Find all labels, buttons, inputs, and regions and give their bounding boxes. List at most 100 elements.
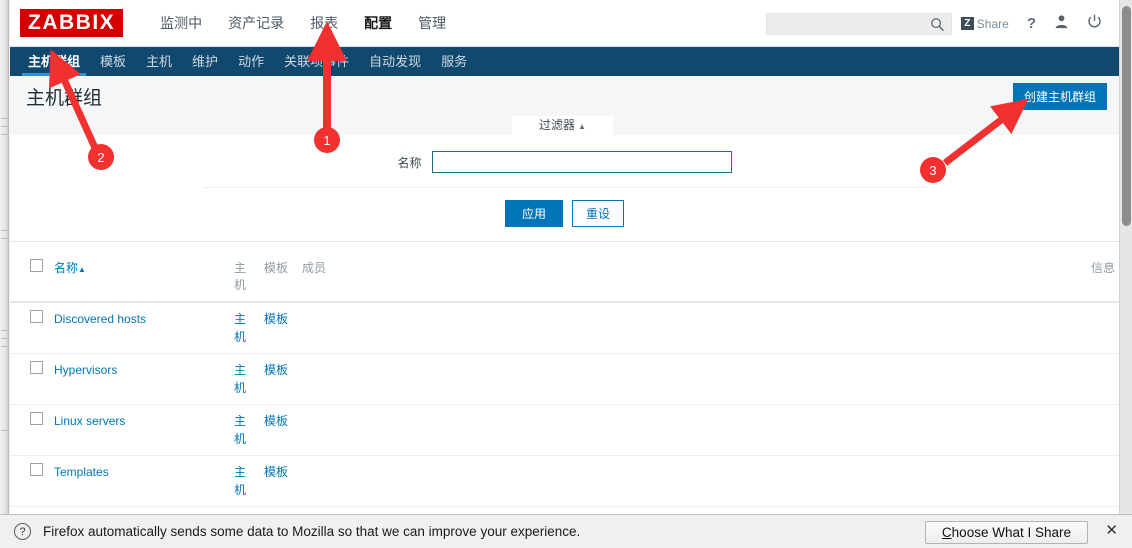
button-rest-label: hoose What I Share bbox=[951, 525, 1071, 540]
help-button[interactable]: ? bbox=[1018, 0, 1045, 47]
row-checkbox[interactable] bbox=[30, 310, 43, 323]
row-hosts-cell: 主机 bbox=[230, 506, 260, 514]
firefox-notification-bar: ? Firefox automatically sends some data … bbox=[0, 514, 1132, 548]
search-input[interactable] bbox=[772, 15, 933, 32]
templates-link[interactable]: 模板 bbox=[264, 312, 288, 326]
logout-button[interactable] bbox=[1078, 0, 1111, 47]
row-info-cell bbox=[1039, 353, 1119, 405]
filter-divider bbox=[202, 187, 927, 188]
filter-name-label: 名称 bbox=[397, 155, 422, 170]
main-menu-item-3[interactable]: 配置 bbox=[351, 9, 405, 37]
row-templates-cell: 模板 bbox=[260, 404, 298, 456]
filter-tab[interactable]: 过滤器 ▲ bbox=[512, 116, 613, 135]
subnav-item-maintenance[interactable]: 维护 bbox=[182, 47, 228, 76]
table-row: Hypervisors 主机 模板 bbox=[10, 353, 1119, 405]
reset-button[interactable]: 重设 bbox=[572, 200, 625, 227]
user-profile-button[interactable] bbox=[1045, 0, 1078, 47]
section-nav: 主机群组 模板 主机 维护 动作 关联项事件 自动发现 服务 bbox=[10, 47, 1119, 76]
subnav-item-correlation[interactable]: 关联项事件 bbox=[274, 47, 359, 76]
table-header-row: 名称▲ 主机 模板 成员 信息 bbox=[10, 251, 1119, 303]
chevron-up-icon: ▲ bbox=[578, 122, 586, 131]
row-info-cell bbox=[1039, 302, 1119, 354]
annotation-marker-2: 2 bbox=[88, 144, 114, 170]
row-members-cell bbox=[298, 353, 1039, 405]
table-body: Discovered hosts 主机 模板 Hypervisors 主机 模板 Linux… bbox=[10, 302, 1119, 514]
subnav-item-templates[interactable]: 模板 bbox=[90, 47, 136, 76]
filter-tab-row: 过滤器 ▲ bbox=[10, 116, 1119, 135]
filter-tab-label: 过滤器 bbox=[539, 118, 576, 132]
host-group-link[interactable]: Linux servers bbox=[54, 414, 125, 428]
row-checkbox[interactable] bbox=[30, 412, 43, 425]
host-group-link[interactable]: Templates bbox=[54, 465, 109, 479]
annotation-marker-1: 1 bbox=[314, 127, 340, 153]
vertical-scrollbar[interactable] bbox=[1119, 0, 1132, 514]
page-title-row: 主机群组 创建主机群组 bbox=[10, 76, 1119, 116]
close-icon[interactable]: ✕ bbox=[1105, 523, 1118, 538]
top-header: ZABBIX 监测中 资产记录 报表 配置 管理 Z Share ? bbox=[10, 0, 1119, 47]
row-templates-cell: 模板 bbox=[260, 455, 298, 507]
create-host-group-button[interactable]: 创建主机群组 bbox=[1012, 83, 1107, 110]
select-all-header bbox=[10, 251, 50, 303]
notification-message: Firefox automatically sends some data to… bbox=[43, 524, 581, 539]
table-row: Discovered hosts 主机 模板 bbox=[10, 302, 1119, 354]
filter-name-input[interactable] bbox=[431, 151, 732, 173]
row-hosts-cell: 主机 bbox=[230, 353, 260, 405]
main-menu-item-4[interactable]: 管理 bbox=[405, 9, 459, 37]
templates-link[interactable]: 模板 bbox=[264, 414, 288, 428]
subnav-item-actions[interactable]: 动作 bbox=[228, 47, 274, 76]
row-hosts-cell: 主机 bbox=[230, 455, 260, 507]
main-menu-item-2[interactable]: 报表 bbox=[297, 9, 351, 37]
main-menu: 监测中 资产记录 报表 配置 管理 bbox=[147, 9, 459, 37]
column-header-name[interactable]: 名称▲ bbox=[50, 251, 230, 303]
share-button[interactable]: Z Share bbox=[952, 0, 1018, 47]
row-checkbox[interactable] bbox=[30, 361, 43, 374]
row-hosts-cell: 主机 bbox=[230, 404, 260, 456]
share-label: Share bbox=[976, 16, 1009, 31]
host-groups-table: 名称▲ 主机 模板 成员 信息 Discovered hosts 主机 模板 Hype… bbox=[10, 251, 1119, 514]
accesskey-letter: C bbox=[941, 525, 952, 540]
column-header-hosts: 主机 bbox=[230, 251, 260, 303]
page-title: 主机群组 bbox=[26, 87, 103, 109]
column-header-members: 成员 bbox=[298, 251, 1039, 303]
user-icon bbox=[1054, 14, 1069, 34]
filter-name-field: 名称 bbox=[10, 151, 1119, 173]
scrollbar-thumb[interactable] bbox=[1122, 6, 1131, 226]
hosts-link[interactable]: 主机 bbox=[234, 465, 246, 497]
choose-what-i-share-button[interactable]: Choose What I Share bbox=[924, 521, 1088, 544]
hosts-link[interactable]: 主机 bbox=[234, 363, 246, 395]
table-row: Templates/Applications主机模板 4Template App… bbox=[10, 506, 1119, 514]
global-search[interactable] bbox=[765, 12, 952, 37]
row-hosts-cell: 主机 bbox=[230, 302, 260, 354]
browser-left-strip bbox=[0, 0, 9, 514]
row-name-cell: Linux servers bbox=[50, 404, 230, 456]
row-templates-cell: 模板 bbox=[260, 353, 298, 405]
row-name-cell: Templates bbox=[50, 455, 230, 507]
row-info-cell bbox=[1039, 404, 1119, 456]
host-group-link[interactable]: Discovered hosts bbox=[54, 312, 146, 326]
host-groups-table-wrap: 名称▲ 主机 模板 成员 信息 Discovered hosts 主机 模板 Hype… bbox=[10, 251, 1119, 514]
question-circle-icon: ? bbox=[14, 523, 31, 540]
row-checkbox[interactable] bbox=[30, 463, 43, 476]
search-icon[interactable] bbox=[930, 17, 945, 37]
subnav-item-discovery[interactable]: 自动发现 bbox=[359, 47, 431, 76]
templates-link[interactable]: 模板 bbox=[264, 465, 288, 479]
host-group-link[interactable]: Hypervisors bbox=[54, 363, 117, 377]
templates-link[interactable]: 模板 bbox=[264, 363, 288, 377]
subnav-item-host-groups[interactable]: 主机群组 bbox=[18, 47, 90, 76]
hosts-link[interactable]: 主机 bbox=[234, 312, 246, 344]
apply-button[interactable]: 应用 bbox=[504, 200, 563, 227]
question-mark-icon: ? bbox=[1026, 15, 1036, 32]
main-menu-item-0[interactable]: 监测中 bbox=[147, 9, 215, 37]
zabbix-logo[interactable]: ZABBIX bbox=[20, 9, 124, 37]
subnav-item-services[interactable]: 服务 bbox=[431, 47, 477, 76]
subnav-item-hosts[interactable]: 主机 bbox=[136, 47, 182, 76]
header-right-tools: Z Share ? bbox=[765, 0, 1111, 47]
table-row: Templates 主机 模板 bbox=[10, 455, 1119, 507]
row-name-cell: Templates/Applications bbox=[50, 506, 230, 514]
column-header-info: 信息 bbox=[1039, 251, 1119, 303]
select-all-checkbox[interactable] bbox=[30, 259, 43, 272]
hosts-link[interactable]: 主机 bbox=[234, 414, 246, 446]
main-menu-item-1[interactable]: 资产记录 bbox=[215, 9, 297, 37]
screenshot-root: ZABBIX 监测中 资产记录 报表 配置 管理 Z Share ? 主机群组 … bbox=[0, 0, 1132, 548]
column-header-name-label: 名称 bbox=[54, 261, 79, 275]
